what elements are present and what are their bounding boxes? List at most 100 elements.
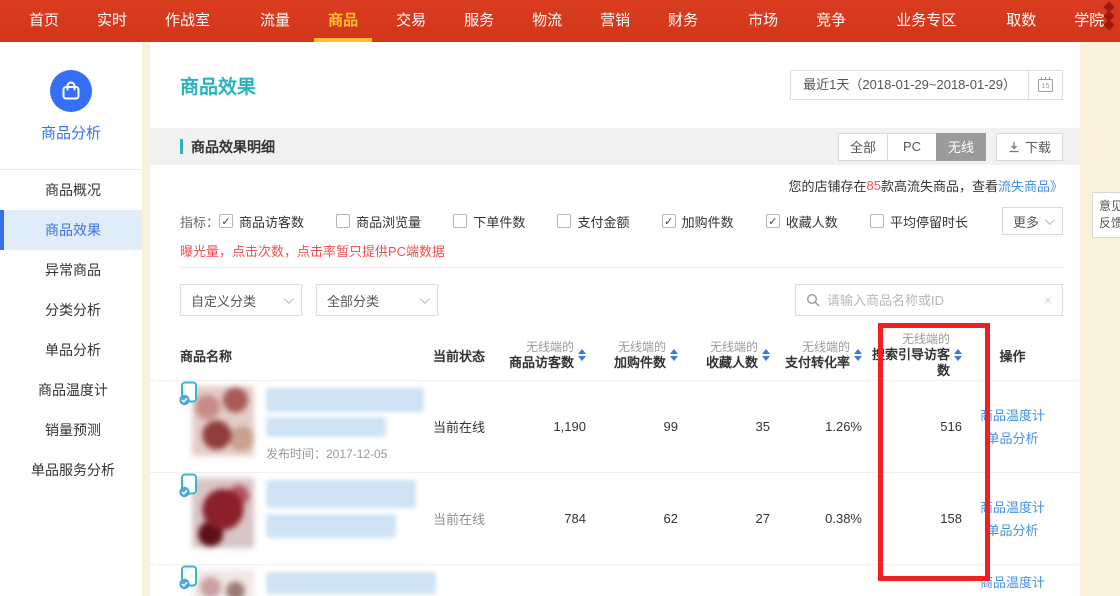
- nav-item-finance[interactable]: 财务: [649, 0, 717, 42]
- actions-cell: 商品温度计 单品分析: [962, 496, 1063, 542]
- product-cell[interactable]: 发布时间：2017-12-05: [180, 381, 433, 472]
- download-button[interactable]: 下载: [996, 133, 1063, 161]
- nav-item-logistics[interactable]: 物流: [513, 0, 581, 42]
- status-cell: 当前在线: [433, 509, 508, 528]
- column-header-cart-adds[interactable]: 无线端的加购件数: [586, 340, 678, 371]
- metric-label: 加购件数: [682, 212, 734, 231]
- goods-thermometer-link[interactable]: 商品温度计: [962, 404, 1063, 427]
- metric-checkbox-favorites[interactable]: 收藏人数: [766, 212, 838, 231]
- feedback-tab[interactable]: 意见反馈: [1092, 192, 1120, 238]
- chevron-down-icon: [420, 294, 430, 304]
- column-sub-label: 无线端的: [785, 340, 850, 355]
- sidebar-item-single-item-analysis[interactable]: 单品分析: [0, 330, 142, 370]
- sidebar-section-title[interactable]: 商品分析: [0, 122, 142, 143]
- sort-icon[interactable]: [578, 349, 586, 361]
- column-label: 支付转化率: [785, 355, 850, 371]
- metric-checkbox-cart-adds[interactable]: 加购件数: [662, 212, 734, 231]
- checkbox-unchecked-icon[interactable]: [453, 214, 467, 228]
- nav-item-business-zone[interactable]: 业务专区: [877, 0, 975, 42]
- product-cell[interactable]: [180, 565, 433, 596]
- column-header-actions: 操作: [962, 346, 1063, 365]
- sort-icon[interactable]: [954, 349, 962, 361]
- nav-item-marketing[interactable]: 营销: [581, 0, 649, 42]
- nav-item-home[interactable]: 首页: [10, 0, 78, 42]
- sidebar-item-category-analysis[interactable]: 分类分析: [0, 290, 142, 330]
- nav-item-trade[interactable]: 交易: [377, 0, 445, 42]
- section-title: 商品效果明细: [191, 137, 275, 157]
- column-header-status: 当前状态: [433, 346, 508, 365]
- nav-item-competition[interactable]: 竞争: [797, 0, 865, 42]
- select-value: 全部分类: [327, 291, 379, 310]
- pay-conversion-cell: 0.38%: [770, 511, 862, 526]
- loss-goods-link[interactable]: 流失商品》: [998, 176, 1063, 195]
- checkbox-unchecked-icon[interactable]: [557, 214, 571, 228]
- nav-item-traffic[interactable]: 流量: [241, 0, 309, 42]
- channel-tab-pc[interactable]: PC: [887, 133, 937, 161]
- column-header-search-visitors[interactable]: 无线端的搜索引导访客数: [862, 332, 962, 379]
- sidebar-item-abnormal-goods[interactable]: 异常商品: [0, 250, 142, 290]
- sidebar-item-sales-forecast[interactable]: 销量预测: [0, 410, 142, 450]
- wireless-verified-icon: [178, 473, 200, 504]
- table-row: 商品温度计: [150, 564, 1080, 596]
- cart-adds-cell: 99: [586, 419, 678, 434]
- cart-adds-cell: 62: [586, 511, 678, 526]
- checkbox-unchecked-icon[interactable]: [870, 214, 884, 228]
- calendar-button[interactable]: 15: [1029, 70, 1063, 100]
- search-icon: [806, 293, 820, 307]
- product-title-blurred: [266, 514, 396, 538]
- sidebar-item-goods-thermometer[interactable]: 商品温度计: [0, 370, 142, 410]
- metric-checkbox-pageviews[interactable]: 商品浏览量: [336, 212, 421, 231]
- column-header-favorites[interactable]: 无线端的收藏人数: [678, 340, 770, 371]
- nav-item-market[interactable]: 市场: [729, 0, 797, 42]
- goods-thermometer-link[interactable]: 商品温度计: [962, 571, 1063, 594]
- nav-item-warroom[interactable]: 作战室: [146, 0, 229, 42]
- checkbox-checked-icon[interactable]: [662, 214, 676, 228]
- checkbox-unchecked-icon[interactable]: [336, 214, 350, 228]
- visitors-cell: 784: [508, 511, 586, 526]
- more-metrics-button[interactable]: 更多: [1002, 207, 1063, 235]
- download-label: 下载: [1025, 137, 1051, 156]
- visitors-cell: 1,190: [508, 419, 586, 434]
- loss-count: 85: [867, 178, 881, 193]
- select-value: 自定义分类: [191, 291, 256, 310]
- sort-icon[interactable]: [762, 349, 770, 361]
- sort-icon[interactable]: [854, 349, 862, 361]
- single-item-analysis-link[interactable]: 单品分析: [962, 519, 1063, 542]
- goods-thermometer-link[interactable]: 商品温度计: [962, 496, 1063, 519]
- custom-category-select[interactable]: 自定义分类: [180, 284, 302, 316]
- clear-search-icon[interactable]: ×: [1044, 292, 1052, 308]
- search-input[interactable]: [827, 293, 1044, 308]
- checkbox-checked-icon[interactable]: [766, 214, 780, 228]
- metric-checkbox-orders[interactable]: 下单件数: [453, 212, 525, 231]
- date-range-group: 最近1天（2018-01-29~2018-01-29） 15: [790, 70, 1063, 100]
- more-label: 更多: [1013, 212, 1039, 231]
- metric-label: 收藏人数: [786, 212, 838, 231]
- metric-checkbox-visitors[interactable]: 商品访客数: [219, 212, 304, 231]
- sidebar-item-item-service-analysis[interactable]: 单品服务分析: [0, 450, 142, 490]
- nav-item-service[interactable]: 服务: [445, 0, 513, 42]
- wireless-verified-icon: [178, 565, 200, 596]
- metric-checkbox-pay-amount[interactable]: 支付金额: [557, 212, 629, 231]
- channel-tab-wireless[interactable]: 无线: [936, 133, 986, 161]
- single-item-analysis-link[interactable]: 单品分析: [962, 427, 1063, 450]
- nav-item-goods[interactable]: 商品: [309, 0, 377, 42]
- status-cell: 当前在线: [433, 417, 508, 436]
- column-header-pay-conversion[interactable]: 无线端的支付转化率: [770, 340, 862, 371]
- sidebar-item-goods-effect[interactable]: 商品效果: [0, 210, 142, 250]
- metric-label: 商品浏览量: [356, 212, 421, 231]
- sidebar-item-goods-overview[interactable]: 商品概况: [0, 170, 142, 210]
- sort-icon[interactable]: [670, 349, 678, 361]
- date-range-picker[interactable]: 最近1天（2018-01-29~2018-01-29）: [790, 70, 1029, 100]
- all-category-select[interactable]: 全部分类: [316, 284, 438, 316]
- column-header-visitors[interactable]: 无线端的商品访客数: [508, 340, 586, 371]
- nav-item-data-extract[interactable]: 取数: [987, 0, 1055, 42]
- checkbox-checked-icon[interactable]: [219, 214, 233, 228]
- product-cell[interactable]: [180, 473, 433, 564]
- favorites-cell: 35: [678, 419, 770, 434]
- page-title: 商品效果: [180, 72, 256, 99]
- channel-tab-all[interactable]: 全部: [838, 133, 888, 161]
- favorites-cell: 27: [678, 511, 770, 526]
- column-header-product-name: 商品名称: [180, 346, 433, 365]
- nav-item-realtime[interactable]: 实时: [78, 0, 146, 42]
- metric-checkbox-avg-stay[interactable]: 平均停留时长: [870, 212, 968, 231]
